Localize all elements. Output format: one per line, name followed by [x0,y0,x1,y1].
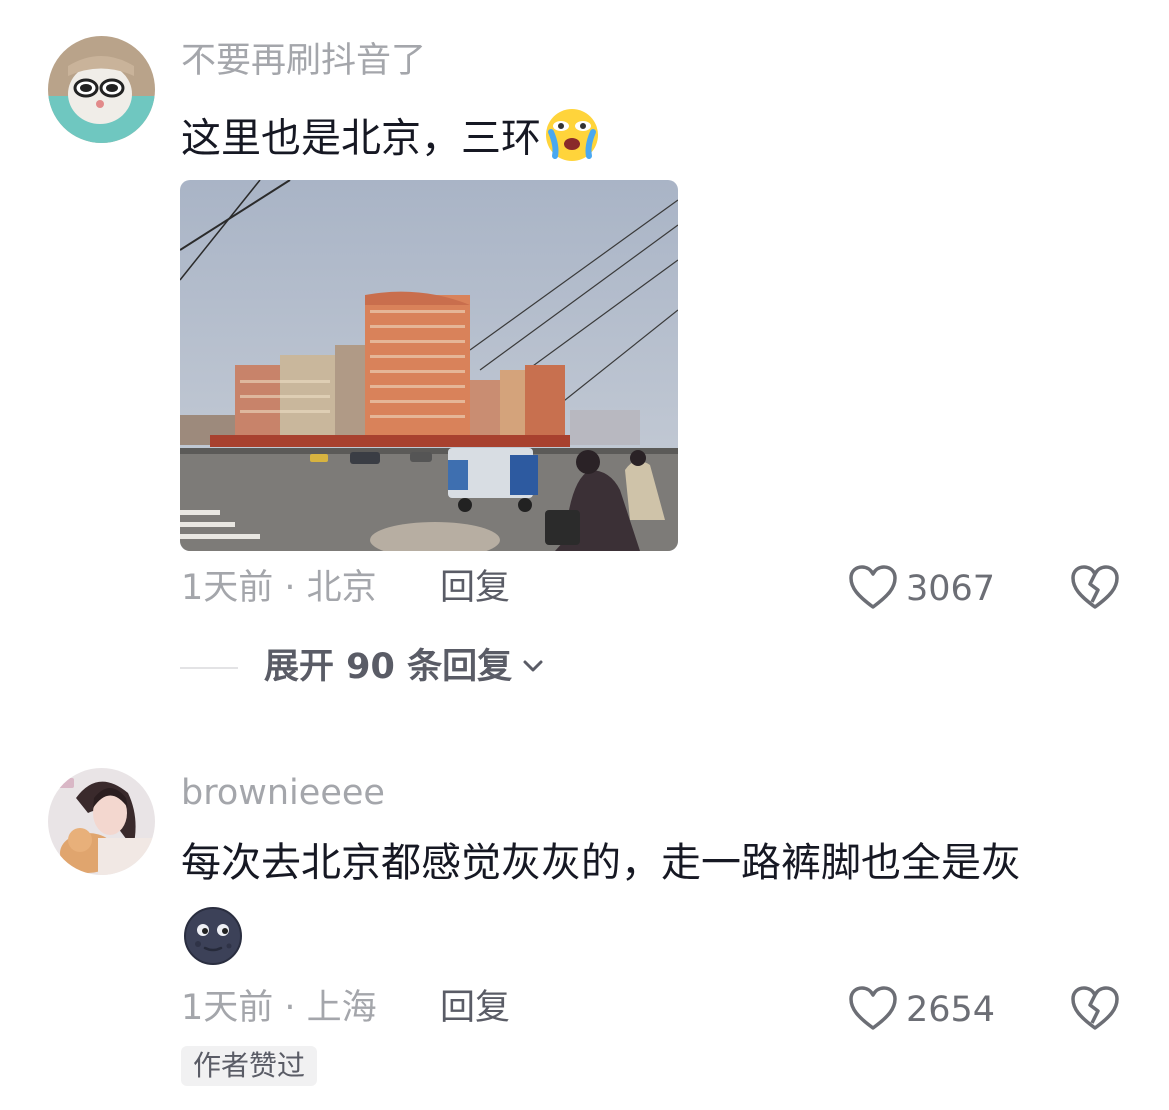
comment-time-location: 1天前 · 上海 [181,988,377,1028]
dislike-button[interactable] [1070,985,1120,1035]
comment-2: brownieeee 每次去北京都感觉灰灰的，走一路裤脚也全是灰 1天前 · 上… [0,0,1169,1110]
like-count: 2654 [906,989,996,1030]
new-moon-face-icon [183,906,243,970]
heart-icon [848,985,898,1035]
broken-heart-icon [1070,986,1120,1035]
avatar[interactable] [48,768,155,875]
username[interactable]: brownieeee [181,776,385,811]
author-liked-badge: 作者赞过 [181,1046,318,1087]
reply-button[interactable]: 回复 [440,991,510,1026]
like-button[interactable]: 2654 [848,985,995,1035]
comment-text-content: 每次去北京都感觉灰灰的，走一路裤脚也全是灰 [181,840,1021,886]
comment-text: 每次去北京都感觉灰灰的，走一路裤脚也全是灰 [181,843,1021,883]
